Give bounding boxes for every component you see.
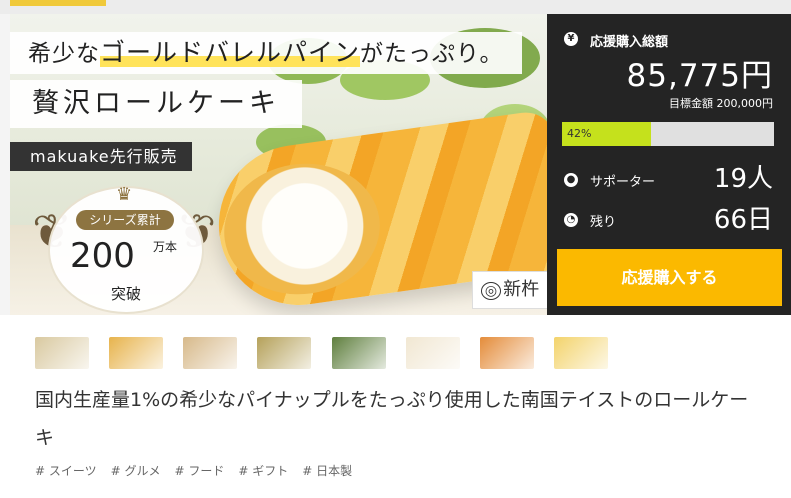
headline: 希少なゴールドバレルパインがたっぷり。 [10, 32, 522, 74]
yen-icon: ¥ [564, 32, 578, 46]
badge-unit: 万本 [152, 240, 177, 254]
thumbnail-image [332, 337, 386, 369]
hero-image[interactable]: 希少なゴールドバレルパインがたっぷり。 贅沢ロールケーキ makuake先行販売… [10, 14, 547, 315]
tag-link[interactable]: # スイーツ [35, 464, 97, 478]
sale-label: makuake先行販売 [10, 142, 192, 171]
thumbnail-image [406, 337, 460, 369]
thumbnail-image [480, 337, 534, 369]
sales-badge: ♛ シリーズ累計 200 万本 突破 [48, 184, 204, 314]
crown-icon: ♛ [116, 184, 133, 205]
project-description: 国内生産量1%の希少なパイナップルをたっぷり使用した南国テイストのロールケーキ [35, 389, 749, 449]
badge-number: 200 [70, 236, 135, 276]
headline-part-c: がたっぷり。 [360, 41, 504, 67]
person-icon: ● [564, 173, 578, 187]
buy-button[interactable]: 応援購入する [557, 249, 782, 306]
top-accent [10, 0, 106, 6]
content-area: 国内生産量1%の希少なパイナップルをたっぷり使用した南国テイストのロールケーキ … [0, 315, 791, 498]
remaining-value: 66日 [713, 205, 773, 235]
brand-mark-icon: ◎ [480, 282, 502, 300]
thumbnail-7[interactable] [480, 337, 534, 369]
thumbnail-5[interactable] [332, 337, 386, 369]
tag-link[interactable]: # ギフト [238, 464, 288, 478]
thumbnail-image [257, 337, 311, 369]
thumbnail-image [109, 337, 163, 369]
thumbnail-image [35, 337, 89, 369]
thumbnail-3[interactable] [183, 337, 237, 369]
thumbnail-image [554, 337, 608, 369]
thumbnail-2[interactable] [109, 337, 163, 369]
progress-bar: 42% [562, 122, 774, 146]
badge-series-label: シリーズ累計 [76, 210, 174, 230]
goal-amount: 目標金額 200,000円 [669, 97, 773, 110]
brand-logo: ◎新杵堂 [472, 271, 547, 309]
subline: 贅沢ロールケーキ [10, 80, 302, 128]
thumbnail-8[interactable] [554, 337, 608, 369]
total-value: 85,775円 [626, 58, 773, 94]
thumbnail-1[interactable] [35, 337, 89, 369]
supporters-label: サポーター [590, 175, 656, 190]
badge-breakthrough: 突破 [110, 285, 141, 303]
total-label: 応援購入総額 [590, 35, 669, 50]
headline-part-a: 希少な [28, 41, 100, 67]
top-bar [0, 0, 791, 14]
headline-part-b: ゴールドバレルパイン [100, 38, 361, 67]
thumbnail-6[interactable] [406, 337, 460, 369]
thumbnail-image [183, 337, 237, 369]
thumbnail-4[interactable] [257, 337, 311, 369]
tag-list: # スイーツ # グルメ # フード # ギフト # 日本製 [35, 462, 366, 479]
project-page: 希少なゴールドバレルパインがたっぷり。 贅沢ロールケーキ makuake先行販売… [0, 0, 791, 498]
tag-link[interactable]: # グルメ [111, 464, 161, 478]
progress-text: 42% [567, 127, 592, 140]
tag-link[interactable]: # フード [175, 464, 225, 478]
clock-icon: ◔ [564, 213, 578, 227]
remaining-label: 残り [590, 215, 617, 230]
tag-link[interactable]: # 日本製 [302, 464, 352, 478]
supporters-value: 19人 [713, 164, 773, 194]
funding-panel: ¥ 応援購入総額 85,775円 目標金額 200,000円 42% ● サポー… [547, 14, 791, 315]
